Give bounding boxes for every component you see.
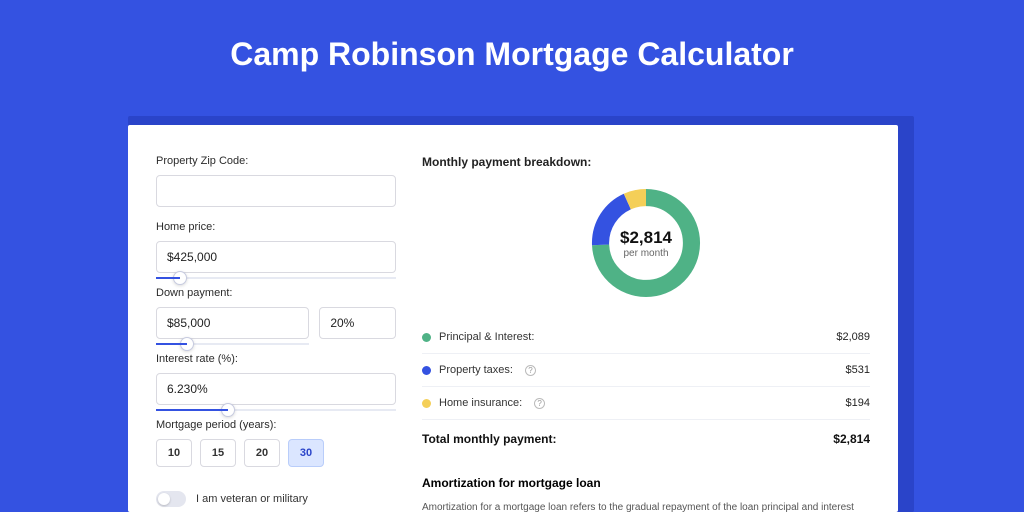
legend-label: Home insurance: bbox=[439, 397, 522, 409]
period-20[interactable]: 20 bbox=[244, 439, 280, 467]
info-icon[interactable]: ? bbox=[534, 398, 545, 409]
dot-icon bbox=[422, 366, 431, 375]
page-title: Camp Robinson Mortgage Calculator bbox=[0, 0, 1024, 97]
form-panel: Property Zip Code: Home price: Down paym… bbox=[156, 155, 396, 512]
period-30[interactable]: 30 bbox=[288, 439, 324, 467]
info-icon[interactable]: ? bbox=[525, 365, 536, 376]
home-price-slider[interactable] bbox=[156, 277, 396, 279]
period-field: Mortgage period (years): 10 15 20 30 bbox=[156, 419, 396, 467]
down-payment-input[interactable] bbox=[156, 307, 309, 339]
military-toggle[interactable] bbox=[156, 491, 186, 507]
rate-input[interactable] bbox=[156, 373, 396, 405]
legend-row-taxes: Property taxes: ? $531 bbox=[422, 354, 870, 387]
dot-icon bbox=[422, 399, 431, 408]
donut-wrap: $2,814 per month bbox=[422, 183, 870, 303]
military-label: I am veteran or military bbox=[196, 493, 308, 505]
legend-row-total: Total monthly payment: $2,814 bbox=[422, 420, 870, 462]
donut-sub: per month bbox=[623, 248, 668, 259]
donut-amount: $2,814 bbox=[620, 228, 672, 248]
page: Camp Robinson Mortgage Calculator Proper… bbox=[0, 0, 1024, 512]
down-payment-field: Down payment: bbox=[156, 287, 396, 339]
home-price-field: Home price: bbox=[156, 221, 396, 273]
zip-label: Property Zip Code: bbox=[156, 155, 396, 167]
period-label: Mortgage period (years): bbox=[156, 419, 396, 431]
slider-thumb[interactable] bbox=[180, 337, 194, 351]
legend-label: Property taxes: bbox=[439, 364, 513, 376]
total-label: Total monthly payment: bbox=[422, 432, 556, 446]
legend-value: $194 bbox=[846, 397, 870, 409]
military-row: I am veteran or military bbox=[156, 491, 396, 507]
rate-label: Interest rate (%): bbox=[156, 353, 396, 365]
breakdown-title: Monthly payment breakdown: bbox=[422, 155, 870, 169]
down-payment-slider[interactable] bbox=[156, 343, 309, 345]
legend-value: $2,089 bbox=[836, 331, 870, 343]
home-price-label: Home price: bbox=[156, 221, 396, 233]
legend: Principal & Interest: $2,089 Property ta… bbox=[422, 321, 870, 462]
period-options: 10 15 20 30 bbox=[156, 439, 396, 467]
slider-thumb[interactable] bbox=[173, 271, 187, 285]
zip-field: Property Zip Code: bbox=[156, 155, 396, 207]
zip-input[interactable] bbox=[156, 175, 396, 207]
breakdown-panel: Monthly payment breakdown: $2,814 per mo… bbox=[422, 155, 870, 512]
calculator-card: Property Zip Code: Home price: Down paym… bbox=[128, 125, 898, 512]
legend-value: $531 bbox=[846, 364, 870, 376]
amort-text: Amortization for a mortgage loan refers … bbox=[422, 500, 870, 512]
amort-title: Amortization for mortgage loan bbox=[422, 476, 870, 490]
legend-row-insurance: Home insurance: ? $194 bbox=[422, 387, 870, 420]
legend-row-principal: Principal & Interest: $2,089 bbox=[422, 321, 870, 354]
donut-chart: $2,814 per month bbox=[586, 183, 706, 303]
down-payment-label: Down payment: bbox=[156, 287, 396, 299]
period-10[interactable]: 10 bbox=[156, 439, 192, 467]
donut-center: $2,814 per month bbox=[586, 183, 706, 303]
slider-thumb[interactable] bbox=[221, 403, 235, 417]
home-price-input[interactable] bbox=[156, 241, 396, 273]
total-value: $2,814 bbox=[833, 432, 870, 446]
rate-slider[interactable] bbox=[156, 409, 396, 411]
down-payment-pct-input[interactable] bbox=[319, 307, 396, 339]
dot-icon bbox=[422, 333, 431, 342]
legend-label: Principal & Interest: bbox=[439, 331, 534, 343]
period-15[interactable]: 15 bbox=[200, 439, 236, 467]
rate-field: Interest rate (%): bbox=[156, 353, 396, 405]
